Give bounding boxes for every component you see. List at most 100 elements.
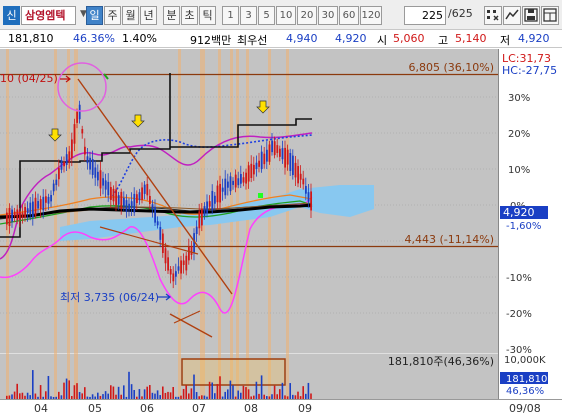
- interval-20[interactable]: 20: [297, 6, 317, 25]
- period-tab-second[interactable]: 초: [181, 6, 198, 25]
- compare-icon[interactable]: [503, 6, 521, 25]
- period-tab-month[interactable]: 월: [122, 6, 139, 25]
- volume-bar: [255, 381, 258, 399]
- candle-body: [52, 183, 55, 192]
- interval-5[interactable]: 5: [258, 6, 275, 25]
- volume-bar: [237, 390, 239, 399]
- volume-bar: [39, 385, 42, 399]
- candle-body: [42, 196, 45, 211]
- candle-body: [167, 257, 169, 271]
- candle-body: [190, 246, 193, 256]
- candle-body: [221, 187, 224, 192]
- open-label: 시: [377, 34, 388, 47]
- candle-body: [286, 149, 289, 165]
- candle-body: [164, 248, 167, 264]
- volume-bar: [73, 385, 76, 399]
- candle-body: [297, 166, 299, 184]
- candle-body: [136, 194, 138, 204]
- date-axis: 04 05 06 07 08 09 09/08: [0, 399, 562, 417]
- volume-bar: [172, 386, 174, 399]
- candle-body: [123, 197, 125, 207]
- candle-body: [45, 196, 47, 203]
- period-tab-week[interactable]: 주: [104, 6, 121, 25]
- candle-body: [58, 168, 60, 180]
- current-date-label: 09/08: [509, 402, 541, 415]
- candle-body: [107, 181, 110, 196]
- green-dot-marker: [258, 193, 263, 198]
- candle-body: [175, 271, 177, 277]
- candle-body: [253, 164, 255, 175]
- candle-body: [55, 179, 58, 186]
- candle-body: [37, 201, 39, 209]
- layout-icon[interactable]: [541, 6, 559, 25]
- volume-bar: [128, 371, 130, 399]
- volume-bar: [133, 389, 135, 399]
- candle-body: [169, 269, 172, 275]
- candle-body: [180, 260, 182, 274]
- candle-body: [276, 145, 279, 153]
- candle-body: [128, 203, 130, 210]
- current-price-value: 4,920: [503, 206, 535, 219]
- date-label: 08: [244, 402, 258, 415]
- volume-bar: [45, 391, 47, 399]
- interval-120[interactable]: 120: [360, 6, 382, 25]
- price-chart[interactable]: 10 (04/25) 6,805 (36,10%) 4,443 (-11,14%…: [0, 49, 562, 399]
- candle-body: [279, 148, 281, 157]
- candle-body: [250, 163, 253, 178]
- interval-60[interactable]: 60: [339, 6, 359, 25]
- candle-body: [143, 184, 146, 194]
- date-label: 09: [298, 402, 312, 415]
- interval-3[interactable]: 3: [240, 6, 257, 25]
- candle-body: [50, 195, 52, 202]
- chart-settings-icon[interactable]: [484, 6, 502, 25]
- stock-name-field[interactable]: 삼영엠텍: [21, 6, 76, 25]
- period-tab-tick[interactable]: 틱: [199, 6, 216, 25]
- chart-canvas[interactable]: 10 (04/25) 6,805 (36,10%) 4,443 (-11,14%…: [0, 49, 562, 399]
- candle-body: [201, 208, 203, 226]
- candle-body: [195, 226, 198, 235]
- volume-bar: [169, 392, 172, 399]
- svg-text:-20%: -20%: [506, 309, 532, 320]
- candle-body: [19, 211, 21, 220]
- hc-label: HC:-27,75: [502, 64, 557, 77]
- period-tab-day[interactable]: 일: [86, 6, 103, 25]
- candle-body: [65, 154, 68, 165]
- candle-body: [97, 171, 99, 181]
- candle-body: [294, 162, 297, 178]
- best-bid-price: 4,920: [335, 32, 367, 45]
- volume-bar: [289, 383, 291, 399]
- chart-toolbar: 신 삼영엠텍 ▼ 일 주 월 년 분 초 틱 1 3 5 10 20 30 60…: [0, 0, 562, 30]
- save-icon[interactable]: [522, 6, 540, 25]
- candle-body: [6, 212, 8, 225]
- candle-body: [211, 190, 214, 211]
- candle-body: [13, 211, 16, 217]
- candle-body: [117, 195, 120, 205]
- period-tab-year[interactable]: 년: [140, 6, 157, 25]
- data-count-total: /625: [448, 7, 473, 20]
- volume-summary-label: 181,810주(46,36%): [388, 355, 494, 368]
- interval-30[interactable]: 30: [318, 6, 338, 25]
- volume-bar: [32, 370, 34, 399]
- candle-body: [112, 188, 115, 202]
- svg-text:30%: 30%: [508, 93, 530, 104]
- candle-body: [120, 191, 123, 209]
- candle-body: [216, 185, 219, 203]
- data-count-input[interactable]: 225: [404, 6, 446, 25]
- candle-body: [242, 177, 245, 183]
- candle-body: [110, 187, 112, 200]
- candle-body: [224, 178, 227, 196]
- candle-body: [78, 104, 81, 120]
- volume-tag-pct: 46,36%: [506, 386, 544, 397]
- candle-body: [232, 180, 234, 185]
- volume-bar: [232, 385, 234, 399]
- interval-10[interactable]: 10: [276, 6, 296, 25]
- volume-bar: [13, 391, 16, 399]
- candle-body: [8, 207, 11, 227]
- period-tab-minute[interactable]: 분: [163, 6, 180, 25]
- candle-body: [247, 165, 250, 182]
- candle-body: [214, 195, 216, 204]
- interval-1[interactable]: 1: [222, 6, 239, 25]
- candle-body: [182, 260, 185, 265]
- candle-body: [125, 200, 128, 212]
- candle-body: [130, 201, 133, 208]
